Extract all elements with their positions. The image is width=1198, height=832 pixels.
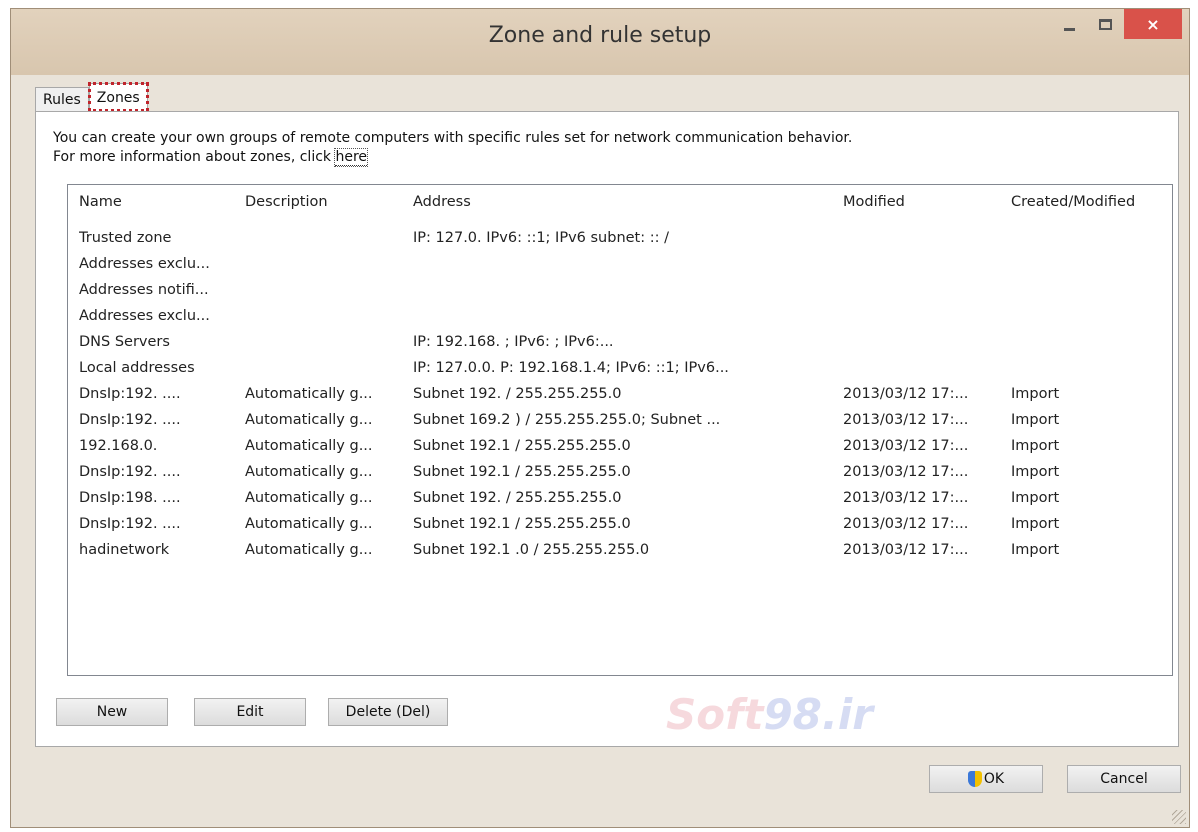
zone-name: DnsIp:192. .... [79, 516, 181, 532]
zone-created: Import [1011, 490, 1060, 506]
zone-name: Addresses notifi... [79, 282, 209, 298]
table-row[interactable]: Addresses exclu... [68, 256, 1172, 278]
delete-button[interactable]: Delete (Del) [328, 698, 448, 726]
zone-name: DnsIp:192. .... [79, 386, 181, 402]
zone-address: IP: 127.0.0. P: 192.168.1.4; IPv6: ::1; … [413, 360, 729, 376]
zone-address: Subnet 169.2 ) / 255.255.255.0; Subnet .… [413, 412, 721, 428]
zone-name: Addresses exclu... [79, 256, 210, 272]
table-row[interactable]: DnsIp:192. .... Automatically g... Subne… [68, 464, 1172, 486]
table-row[interactable]: DNS Servers IP: 192.168. ; IPv6: ; IPv6:… [68, 334, 1172, 356]
zone-modified: 2013/03/12 17:... [843, 464, 969, 480]
zone-modified: 2013/03/12 17:... [843, 516, 969, 532]
description-line-1: You can create your own groups of remote… [53, 130, 853, 146]
shield-icon [967, 771, 982, 787]
close-button[interactable]: × [1124, 9, 1182, 39]
watermark: Soft98.ir [666, 690, 873, 739]
tab-strip: Rules Zones [35, 81, 149, 112]
table-row[interactable]: Addresses notifi... [68, 282, 1172, 304]
window-title: Zone and rule setup [488, 23, 712, 48]
minimize-button[interactable] [1051, 9, 1087, 39]
table-row[interactable]: 192.168.0. Automatically g... Subnet 192… [68, 438, 1172, 460]
zone-name: DnsIp:192. .... [79, 412, 181, 428]
zone-created: Import [1011, 386, 1060, 402]
dialog-window: Zone and rule setup × Rules Zones You ca… [10, 8, 1190, 828]
column-header-name[interactable]: Name [79, 194, 239, 210]
zone-created: Import [1011, 438, 1060, 454]
zone-created: Import [1011, 516, 1060, 532]
maximize-button[interactable] [1087, 9, 1123, 39]
list-header: Name Description Address Modified Create… [68, 194, 1172, 216]
tab-rules[interactable]: Rules [35, 87, 89, 111]
zone-address: IP: 127.0. IPv6: ::1; IPv6 subnet: :: / [413, 230, 669, 246]
table-row[interactable]: DnsIp:192. .... Automatically g... Subne… [68, 412, 1172, 434]
zones-description: You can create your own groups of remote… [53, 129, 852, 167]
zones-panel: You can create your own groups of remote… [35, 111, 1179, 747]
column-header-created-modified[interactable]: Created/Modified [1011, 194, 1171, 210]
zone-name: 192.168.0. [79, 438, 158, 454]
edit-button[interactable]: Edit [194, 698, 306, 726]
zone-description: Automatically g... [245, 464, 373, 480]
zone-address: Subnet 192.1 / 255.255.255.0 [413, 438, 631, 454]
table-row[interactable]: Trusted zone IP: 127.0. IPv6: ::1; IPv6 … [68, 230, 1172, 252]
resize-grip-icon[interactable] [1172, 810, 1186, 824]
zone-name: DnsIp:198. .... [79, 490, 181, 506]
zone-modified: 2013/03/12 17:... [843, 386, 969, 402]
zone-description: Automatically g... [245, 490, 373, 506]
close-icon: × [1146, 14, 1160, 34]
table-row[interactable]: DnsIp:198. .... Automatically g... Subne… [68, 490, 1172, 512]
zone-address: Subnet 192.1 .0 / 255.255.255.0 [413, 542, 650, 558]
watermark-part-1: Soft [666, 690, 764, 739]
zone-address: Subnet 192.1 / 255.255.255.0 [413, 464, 631, 480]
minimize-icon [1063, 27, 1075, 31]
column-header-modified[interactable]: Modified [843, 194, 1003, 210]
cancel-button[interactable]: Cancel [1067, 765, 1181, 793]
maximize-icon [1098, 18, 1112, 30]
zone-description: Automatically g... [245, 516, 373, 532]
zone-created: Import [1011, 464, 1060, 480]
zone-address: Subnet 192. / 255.255.255.0 [413, 386, 622, 402]
column-header-address[interactable]: Address [413, 194, 838, 210]
ok-label: OK [983, 771, 1005, 787]
zone-name: DNS Servers [79, 334, 170, 350]
title-bar[interactable]: Zone and rule setup × [11, 9, 1189, 75]
table-row[interactable]: Addresses exclu... [68, 308, 1172, 330]
zone-description: Automatically g... [245, 412, 373, 428]
zone-description: Automatically g... [245, 438, 373, 454]
zone-created: Import [1011, 412, 1060, 428]
new-button[interactable]: New [56, 698, 168, 726]
zone-address: IP: 192.168. ; IPv6: ; IPv6:... [413, 334, 614, 350]
zone-name: DnsIp:192. .... [79, 464, 181, 480]
zone-name: Local addresses [79, 360, 195, 376]
zone-name: Trusted zone [79, 230, 172, 246]
zone-name: Addresses exclu... [79, 308, 210, 324]
zone-address: Subnet 192. / 255.255.255.0 [413, 490, 622, 506]
zone-modified: 2013/03/12 17:... [843, 542, 969, 558]
column-header-description[interactable]: Description [245, 194, 405, 210]
zone-created: Import [1011, 542, 1060, 558]
description-line-2-text: For more information about zones, click [53, 149, 336, 165]
zone-address: Subnet 192.1 / 255.255.255.0 [413, 516, 631, 532]
zone-name: hadinetwork [79, 542, 170, 558]
zone-description: Automatically g... [245, 542, 373, 558]
table-row[interactable]: DnsIp:192. .... Automatically g... Subne… [68, 516, 1172, 538]
table-row[interactable]: hadinetwork Automatically g... Subnet 19… [68, 542, 1172, 564]
watermark-part-2: 98.ir [763, 690, 873, 739]
help-link[interactable]: here [334, 148, 369, 167]
tab-zones[interactable]: Zones [87, 82, 149, 112]
zone-modified: 2013/03/12 17:... [843, 412, 969, 428]
description-line-2: For more information about zones, click … [53, 148, 852, 167]
zone-modified: 2013/03/12 17:... [843, 438, 969, 454]
zone-description: Automatically g... [245, 386, 373, 402]
table-row[interactable]: Local addresses IP: 127.0.0. P: 192.168.… [68, 360, 1172, 382]
zones-list[interactable]: Name Description Address Modified Create… [67, 184, 1173, 676]
zone-modified: 2013/03/12 17:... [843, 490, 969, 506]
ok-button[interactable]: OK [929, 765, 1043, 793]
table-row[interactable]: DnsIp:192. .... Automatically g... Subne… [68, 386, 1172, 408]
